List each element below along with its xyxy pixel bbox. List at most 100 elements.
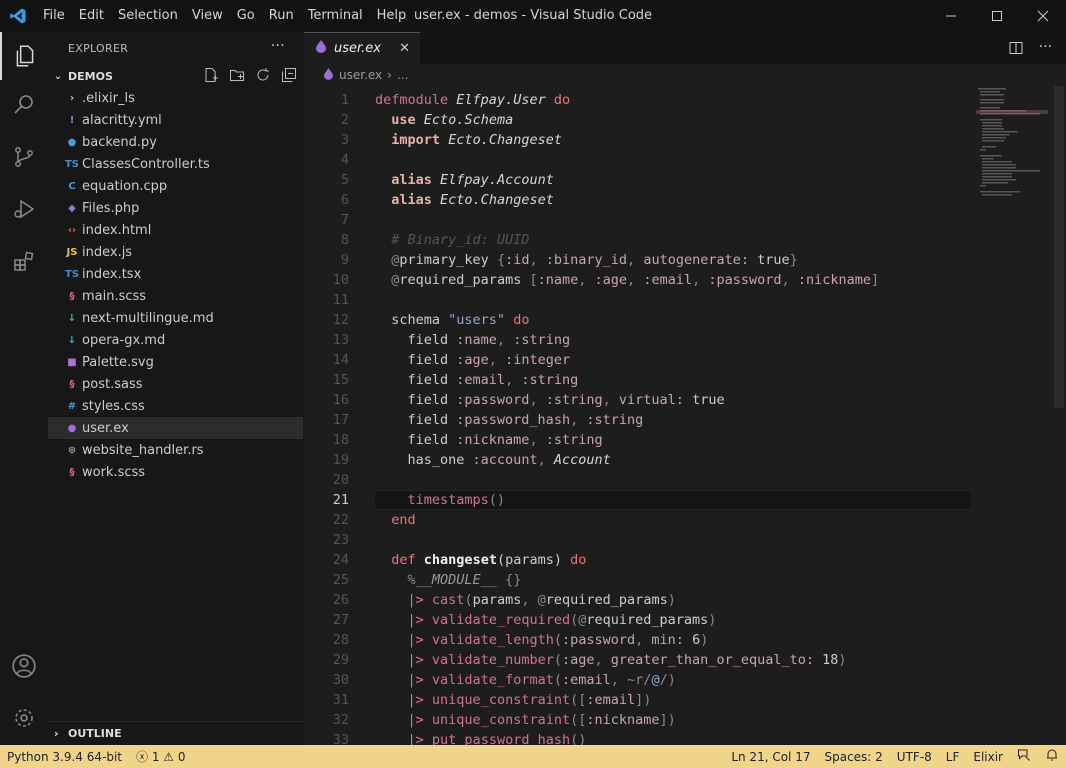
file-item[interactable]: JS index.js — [48, 241, 303, 263]
code-line[interactable]: |> put_password_hash() — [375, 730, 587, 745]
code-line[interactable]: field :password_hash, :string — [375, 410, 644, 430]
explorer-sidebar: EXPLORER ··· ⌄ DEMOS › .elixir_ls! alacrit… — [48, 32, 303, 745]
indentation[interactable]: Spaces: 2 — [817, 750, 889, 764]
encoding[interactable]: UTF-8 — [890, 750, 939, 764]
file-item[interactable]: Cequation.cpp — [48, 175, 303, 197]
breadcrumb-rest[interactable]: ... — [397, 68, 408, 82]
file-item[interactable]: TS ClassesController.ts — [48, 153, 303, 175]
source-control-icon[interactable] — [0, 133, 48, 181]
file-item[interactable]: ⊛ website_handler.rs — [48, 439, 303, 461]
line-number: 30 — [332, 672, 349, 688]
file-item[interactable]: ‹› index.html — [48, 219, 303, 241]
refresh-icon[interactable] — [255, 67, 271, 86]
menu-help[interactable]: Help — [370, 0, 414, 32]
file-item[interactable]: ■ Palette.svg — [48, 351, 303, 373]
code-line[interactable]: |> unique_constraint([:email]) — [375, 690, 652, 710]
menu-file[interactable]: File — [36, 0, 72, 32]
tab-close-icon[interactable]: ✕ — [399, 41, 410, 56]
code-line[interactable]: field :password, :string, virtual: true — [375, 390, 725, 410]
end-of-line[interactable]: LF — [939, 750, 967, 764]
feedback-icon[interactable] — [1010, 748, 1038, 765]
code-line[interactable]: # Binary_id: UUID — [375, 230, 529, 250]
file-item[interactable]: ● backend.py — [48, 131, 303, 153]
code-line[interactable]: |> unique_constraint([:nickname]) — [375, 710, 676, 730]
code-editor[interactable]: 1 defmodule Elfpay.User do 2 use Ecto.Sche… — [304, 86, 1066, 745]
minimize-icon[interactable] — [928, 0, 974, 32]
file-item[interactable]: ↓ next-multilingue.md — [48, 307, 303, 329]
menu-go[interactable]: Go — [230, 0, 262, 32]
code-line[interactable]: timestamps() — [375, 490, 506, 510]
code-line[interactable]: |> validate_format(:email, ~r/@/) — [375, 670, 676, 690]
menu-view[interactable]: View — [185, 0, 230, 32]
code-line[interactable]: alias Ecto.Changeset — [375, 190, 554, 210]
explorer-icon[interactable] — [0, 32, 48, 80]
file-item[interactable]: § post.sass — [48, 373, 303, 395]
folder-demos[interactable]: ⌄ DEMOS — [48, 65, 303, 87]
chevron-right-icon: › — [387, 68, 392, 82]
new-file-icon[interactable] — [203, 67, 219, 86]
code-line[interactable]: |> validate_number(:age, greater_than_or… — [375, 650, 847, 670]
code-line[interactable]: |> validate_required(@required_params) — [375, 610, 717, 630]
code-line[interactable]: @primary_key {:id, :binary_id, autogener… — [375, 250, 798, 270]
line-number: 19 — [332, 452, 349, 468]
file-item[interactable]: § main.scss — [48, 285, 303, 307]
settings-gear-icon[interactable] — [0, 694, 48, 742]
vertical-scrollbar[interactable] — [1054, 86, 1064, 408]
menu-edit[interactable]: Edit — [72, 0, 111, 32]
minimap[interactable] — [976, 86, 1054, 216]
code-line[interactable]: use Ecto.Schema — [375, 110, 513, 130]
cursor-position[interactable]: Ln 21, Col 17 — [724, 750, 817, 764]
code-line[interactable]: defmodule Elfpay.User do — [375, 90, 570, 110]
account-icon[interactable] — [0, 642, 48, 690]
file-item[interactable]: › .elixir_ls — [48, 87, 303, 109]
file-item[interactable]: TS index.tsx — [48, 263, 303, 285]
code-line[interactable]: field :name, :string — [375, 330, 571, 350]
code-line[interactable]: |> validate_length(:password, min: 6) — [375, 630, 709, 650]
more-actions-icon[interactable]: ··· — [271, 38, 285, 54]
file-item[interactable]: ● user.ex — [48, 417, 303, 439]
line-number: 5 — [340, 172, 349, 188]
file-item[interactable]: ! alacritty.yml — [48, 109, 303, 131]
code-line[interactable]: has_one :account, Account — [375, 450, 611, 470]
notifications-bell-icon[interactable] — [1038, 748, 1066, 765]
new-folder-icon[interactable] — [229, 67, 245, 86]
file-item[interactable]: § work.scss — [48, 461, 303, 483]
code-line[interactable]: import Ecto.Changeset — [375, 130, 562, 150]
code-line[interactable]: end — [375, 510, 415, 530]
file-item[interactable]: # styles.css — [48, 395, 303, 417]
menu-selection[interactable]: Selection — [111, 0, 185, 32]
status-bar: Python 3.9.4 64-bit ⓧ 1 ⚠ 0 Ln 21, Col 1… — [0, 745, 1066, 768]
code-line[interactable]: schema "users" do — [375, 310, 529, 330]
run-debug-icon[interactable] — [0, 185, 48, 233]
code-line[interactable]: alias Elfpay.Account — [375, 170, 554, 190]
extensions-icon[interactable] — [0, 238, 48, 286]
maximize-icon[interactable] — [974, 0, 1020, 32]
file-type-icon: ! — [69, 114, 75, 126]
file-item[interactable]: ↓ opera-gx.md — [48, 329, 303, 351]
menu-run[interactable]: Run — [262, 0, 301, 32]
code-line[interactable]: field :nickname, :string — [375, 430, 603, 450]
file-name: next-multilingue.md — [82, 310, 214, 326]
code-line[interactable]: def changeset(params) do — [375, 550, 586, 570]
more-actions-icon[interactable]: ··· — [1039, 40, 1052, 59]
python-interpreter[interactable]: Python 3.9.4 64-bit — [0, 750, 129, 764]
status-right: Ln 21, Col 17 Spaces: 2 UTF-8 LF Elixir — [724, 745, 1066, 768]
code-line[interactable]: %__MODULE__ {} — [375, 570, 522, 590]
language-mode[interactable]: Elixir — [966, 750, 1010, 764]
code-line[interactable]: |> cast(params, @required_params) — [375, 590, 676, 610]
collapse-all-icon[interactable] — [281, 67, 297, 86]
search-icon[interactable] — [0, 80, 48, 128]
file-item[interactable]: ◆ Files.php — [48, 197, 303, 219]
problems-count[interactable]: ⓧ 1 ⚠ 0 — [129, 748, 192, 765]
line-number: 28 — [332, 632, 349, 648]
menu-terminal[interactable]: Terminal — [301, 0, 370, 32]
breadcrumb-file[interactable]: user.ex — [339, 68, 382, 82]
tab-user-ex[interactable]: user.ex ✕ — [304, 32, 420, 64]
code-line[interactable]: field :age, :integer — [375, 350, 571, 370]
line-number: 17 — [332, 412, 349, 428]
code-line[interactable]: @required_params [:name, :age, :email, :… — [375, 270, 879, 290]
close-icon[interactable] — [1020, 0, 1066, 32]
outline-section[interactable]: › OUTLINE — [48, 721, 303, 745]
code-line[interactable]: field :email, :string — [375, 370, 579, 390]
split-editor-icon[interactable] — [1009, 40, 1023, 59]
